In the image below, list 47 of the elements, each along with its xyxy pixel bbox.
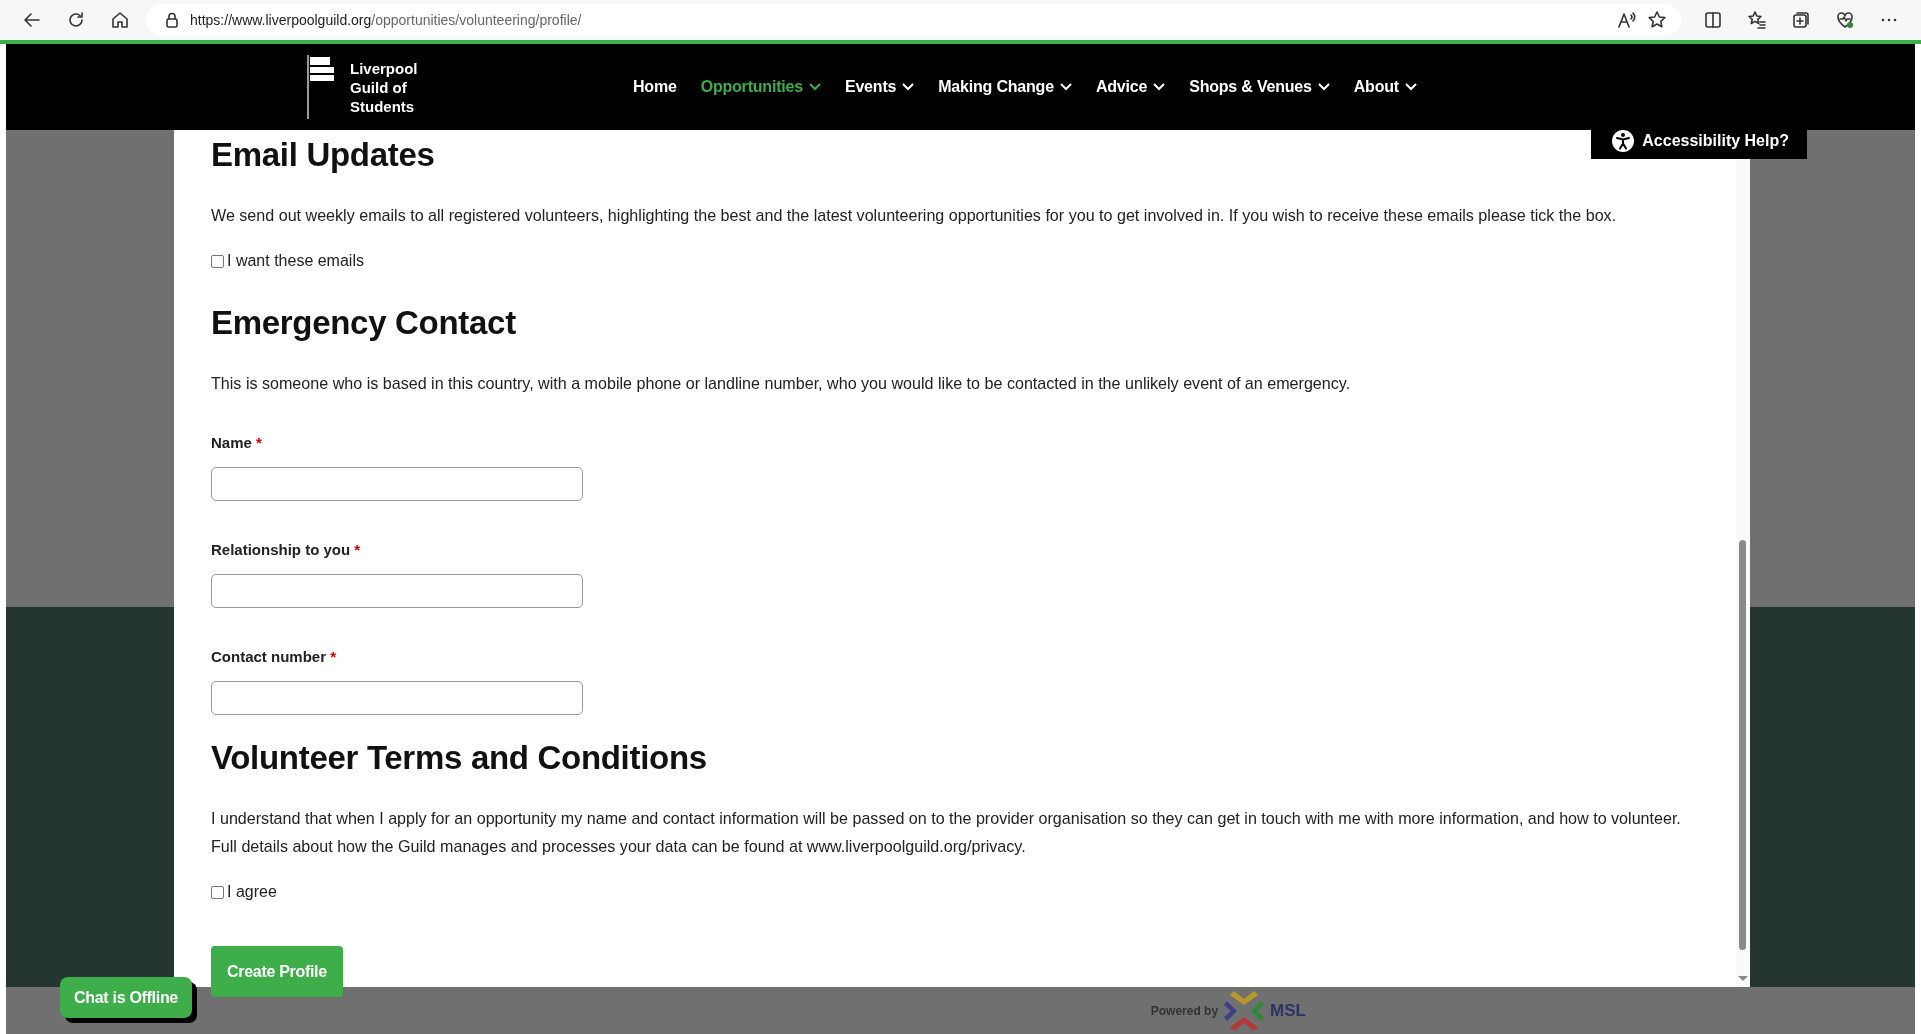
favorites-icon[interactable] xyxy=(1747,10,1767,30)
nav-link[interactable]: Events xyxy=(832,67,927,107)
text-input[interactable] xyxy=(211,467,583,501)
checkbox-label[interactable]: I want these emails xyxy=(227,249,364,273)
address-bar-url[interactable]: https://www.liverpoolguild.org/opportunities/volunteering/profile/ xyxy=(190,12,582,28)
nav-link[interactable]: Advice xyxy=(1083,67,1178,107)
chevron-down-icon xyxy=(1059,83,1072,91)
checkbox-label[interactable]: I agree xyxy=(227,880,277,904)
read-aloud-icon[interactable] xyxy=(1617,10,1637,30)
section-description: I understand that when I apply for an opportunity my name and contact information will be passed on to the provider organisation so they can get in touch with me with more information, and how to volunteer. Full details about how the Guild manages and processes your data can be found at www.liverpoolguild.org/privacy. xyxy=(211,808,1682,857)
checkbox[interactable] xyxy=(211,254,224,268)
field-label: Relationship to you * xyxy=(211,540,362,560)
section-description: This is someone who is based in this country, with a mobile phone or landline number, who you would like to be contacted in the unlikely event of an emergency. xyxy=(211,373,1352,394)
logo-icon xyxy=(306,55,336,119)
powered-by-text: Powered by xyxy=(1150,1003,1219,1018)
star-icon[interactable] xyxy=(1647,10,1667,30)
chevron-down-icon xyxy=(808,83,821,91)
nav-link[interactable]: Making Change xyxy=(926,67,1084,107)
section-heading: Volunteer Terms and Conditions xyxy=(211,738,707,778)
chevron-down-icon xyxy=(1404,83,1417,91)
logo-text[interactable]: Liverpool Guild of Students xyxy=(350,58,418,116)
accessibility-icon xyxy=(1611,129,1636,153)
scroll-down-arrow-icon[interactable] xyxy=(1738,976,1748,981)
text-input[interactable] xyxy=(211,574,583,608)
field-label: Contact number * xyxy=(211,647,338,667)
section-heading: Emergency Contact xyxy=(211,303,516,343)
health-icon[interactable] xyxy=(1835,10,1855,30)
msl-logo-icon xyxy=(1222,988,1267,1033)
chevron-down-icon xyxy=(902,83,915,91)
collections-icon[interactable] xyxy=(1791,10,1811,30)
nav-link[interactable]: Opportunities xyxy=(688,67,833,107)
nav-link[interactable]: About xyxy=(1341,67,1429,107)
nav-link[interactable]: Shops & Venues xyxy=(1177,67,1342,107)
field-label: Name * xyxy=(211,433,263,453)
text-input[interactable] xyxy=(211,681,583,715)
checkbox[interactable] xyxy=(211,885,224,899)
chevron-down-icon xyxy=(1153,83,1166,91)
nav-link[interactable]: Home xyxy=(621,67,689,107)
scrollbar-thumb[interactable] xyxy=(1739,540,1746,950)
lock-icon xyxy=(164,11,180,29)
split-screen-icon[interactable] xyxy=(1703,10,1723,30)
chevron-down-icon xyxy=(1317,83,1330,91)
section-heading: Email Updates xyxy=(211,135,435,175)
back-icon[interactable] xyxy=(22,10,42,30)
section-description: We send out weekly emails to all registered volunteers, highlighting the best and the latest volunteering opportunities for you to get involved in. If you wish to receive these emails please tick the box. xyxy=(211,205,1618,226)
reload-icon[interactable] xyxy=(66,10,86,30)
home-icon[interactable] xyxy=(110,10,130,30)
